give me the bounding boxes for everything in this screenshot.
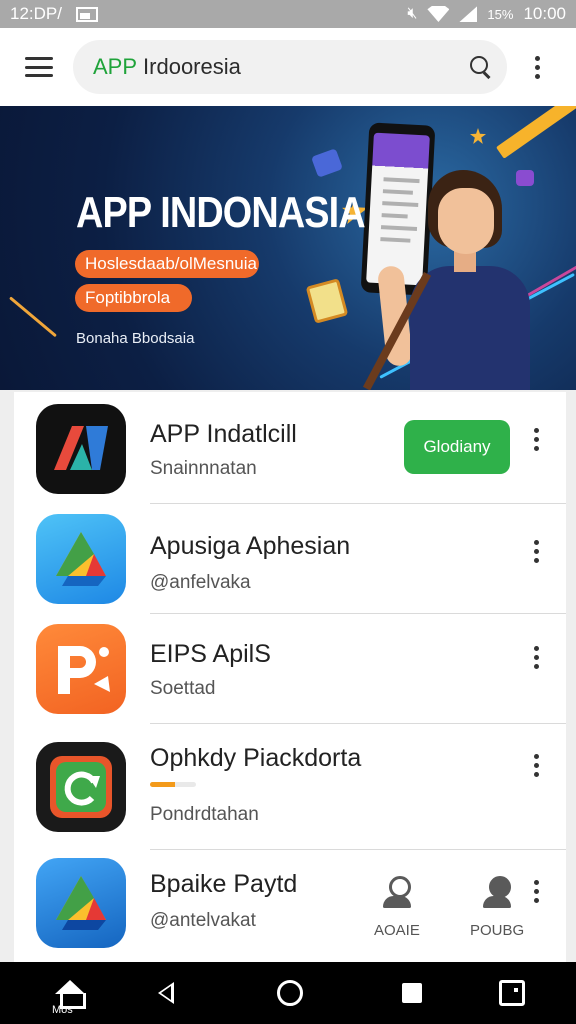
battery-icon: 15% <box>487 6 514 22</box>
app-bar: APP Irdooresia <box>0 28 576 106</box>
triangle-app-logo <box>36 858 126 948</box>
banner-title: APP INDONASIA <box>76 188 366 237</box>
stop-icon <box>402 983 422 1003</box>
p-app-logo <box>36 624 126 714</box>
home-button[interactable] <box>272 962 308 1024</box>
promo-banner[interactable] <box>0 106 576 390</box>
overflow-menu-icon[interactable] <box>534 754 539 777</box>
back-icon <box>158 982 174 1004</box>
list-item[interactable]: Apusiga Aphesian @anfelvaka <box>14 504 566 614</box>
person-filled-icon <box>481 876 513 910</box>
mini-action-label: AOAIE <box>374 922 420 939</box>
overflow-menu-icon[interactable] <box>535 55 540 79</box>
refresh-app-logo <box>36 742 126 832</box>
back-button[interactable] <box>148 962 184 1024</box>
app-screen: 12:DP/ 🔇︎ 15% 10:00 APP Irdooresia APP I… <box>0 0 576 1024</box>
mute-icon: 🔇︎ <box>407 5 418 22</box>
light-streak <box>9 296 57 338</box>
list-item[interactable]: APP Indatlcill Snainnnatan Glodiany <box>14 392 566 504</box>
list-item[interactable]: Bpaike Paytd @antelvakat AOAIE POUBG <box>14 850 566 962</box>
star-icon <box>470 128 486 144</box>
photo-icon <box>75 6 98 22</box>
mini-action-aoaie[interactable]: AOAIE <box>374 876 420 939</box>
app-title: Apusiga Aphesian <box>150 532 351 560</box>
download-progress <box>150 782 196 787</box>
overflow-menu-icon[interactable] <box>534 540 539 563</box>
search-query-brand: APP <box>93 54 138 79</box>
status-bar: 12:DP/ 🔇︎ 15% 10:00 <box>0 0 576 28</box>
banner-footer-text: Bonaha Bbodsaia <box>76 330 195 347</box>
floating-card-icon <box>311 148 343 178</box>
mini-action-poubg[interactable]: POUBG <box>470 876 524 939</box>
menu-icon[interactable] <box>25 57 53 77</box>
banner-tag-2[interactable]: Foptibbrola <box>75 284 192 312</box>
app-subtitle: Snainnnatan <box>150 458 257 479</box>
list-item[interactable]: EIPS ApilS Soettad <box>14 614 566 724</box>
system-nav-bar <box>0 962 576 1024</box>
overflow-menu-icon[interactable] <box>534 428 539 451</box>
search-icon[interactable] <box>469 55 493 79</box>
home-label: Mos <box>52 1004 73 1016</box>
install-button[interactable]: Glodiany <box>404 420 510 474</box>
triangle-app-logo <box>36 514 126 604</box>
app-list: APP Indatlcill Snainnnatan Glodiany Apus… <box>14 392 566 962</box>
app-subtitle: Soettad <box>150 678 216 699</box>
floating-note-icon <box>305 278 349 324</box>
signal-icon <box>459 6 478 22</box>
wifi-icon <box>427 6 450 22</box>
search-input[interactable]: APP Irdooresia <box>73 40 507 94</box>
overflow-menu-icon[interactable] <box>534 646 539 669</box>
home-icon <box>55 980 86 1009</box>
search-query-text: Irdooresia <box>143 54 241 79</box>
app-subtitle: Pondrdtahan <box>150 804 259 825</box>
recents-button[interactable] <box>494 962 530 1024</box>
app-subtitle: @antelvakat <box>150 910 256 931</box>
status-time-left: 12:DP/ <box>10 4 62 23</box>
person-illustration <box>362 162 540 390</box>
app-title: EIPS ApilS <box>150 640 271 668</box>
app-subtitle: @anfelvaka <box>150 572 251 593</box>
download-progress-fill <box>150 782 176 787</box>
list-item[interactable]: Ophkdy Piackdorta Pondrdtahan <box>14 724 566 850</box>
mini-action-label: POUBG <box>470 922 525 939</box>
status-time-right: 10:00 <box>523 4 566 23</box>
stop-button[interactable] <box>394 962 430 1024</box>
overflow-menu-icon[interactable] <box>534 880 539 903</box>
home-circle-icon <box>277 980 303 1006</box>
app-title: Bpaike Paytd <box>150 870 298 898</box>
app-title: APP Indatlcill <box>150 420 297 448</box>
recents-icon <box>499 980 525 1006</box>
person-outline-icon <box>381 876 413 910</box>
app-indonesia-logo <box>36 404 126 494</box>
app-title: Ophkdy Piackdorta <box>150 744 362 772</box>
light-streak <box>495 106 576 159</box>
banner-tag-1[interactable]: Hoslesdaab/olMesnuia <box>75 250 259 278</box>
